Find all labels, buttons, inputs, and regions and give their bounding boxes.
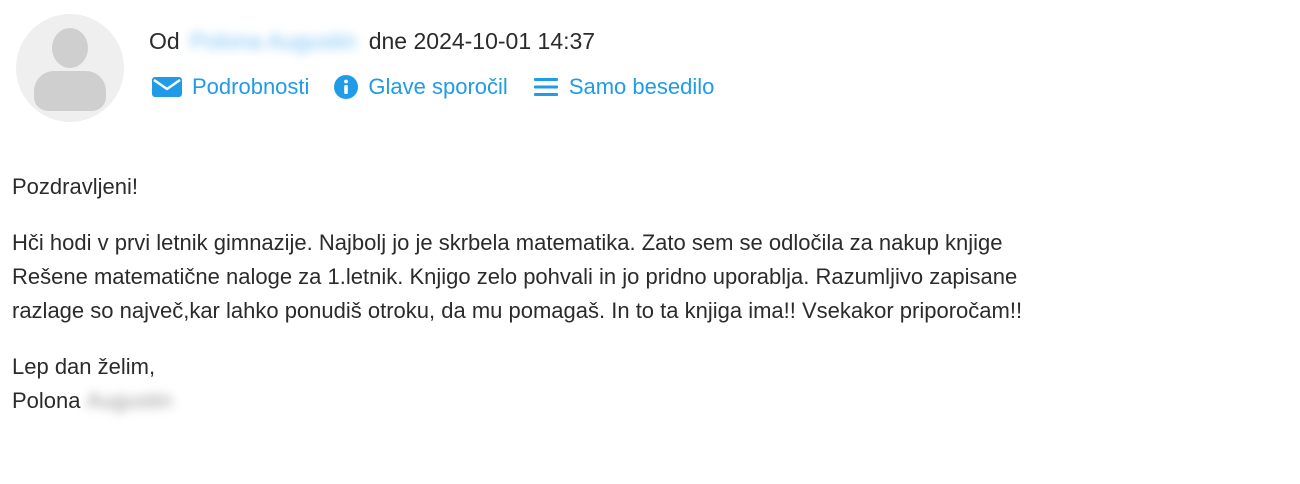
avatar-body-shape: [34, 71, 106, 111]
from-line: Od Polona Augustin dne 2024-10-01 14:37: [149, 26, 595, 56]
plain-text-link[interactable]: Samo besedilo: [532, 74, 715, 100]
message-header: Od Polona Augustin dne 2024-10-01 14:37 …: [16, 14, 1284, 124]
closing: Lep dan želim,: [12, 354, 156, 379]
from-prefix: Od: [149, 28, 180, 54]
signature: Polona Augustin: [12, 384, 1282, 418]
avatar-head-shape: [52, 28, 88, 68]
sender-name[interactable]: Polona Augustin: [190, 26, 356, 56]
header-actions: Podrobnosti Glave sporočil Samo besedilo: [151, 74, 714, 100]
message-paragraph: Hči hodi v prvi letnik gimnazije. Najbol…: [12, 226, 1282, 328]
plain-text-link-label: Samo besedilo: [568, 74, 715, 99]
envelope-icon: [151, 75, 183, 99]
signature-first-name: Polona: [12, 388, 81, 413]
message-date: dne 2024-10-01 14:37: [368, 28, 596, 54]
menu-lines-icon: [532, 75, 560, 99]
details-link[interactable]: Podrobnosti: [151, 74, 309, 100]
avatar: [16, 14, 124, 122]
message-body: Pozdravljeni! Hči hodi v prvi letnik gim…: [12, 170, 1282, 418]
paragraph-line: Hči hodi v prvi letnik gimnazije. Najbol…: [12, 230, 1003, 255]
signature-last-name: Augustin: [86, 388, 173, 413]
paragraph-line: Rešene matematične naloge za 1.letnik. K…: [12, 264, 1018, 289]
info-icon: [333, 74, 359, 100]
details-link-label: Podrobnosti: [192, 74, 310, 99]
headers-link-label: Glave sporočil: [368, 74, 508, 99]
greeting: Pozdravljeni!: [12, 174, 138, 199]
headers-link[interactable]: Glave sporočil: [333, 74, 508, 100]
paragraph-line: razlage so največ,kar lahko ponudiš otro…: [12, 298, 1023, 323]
